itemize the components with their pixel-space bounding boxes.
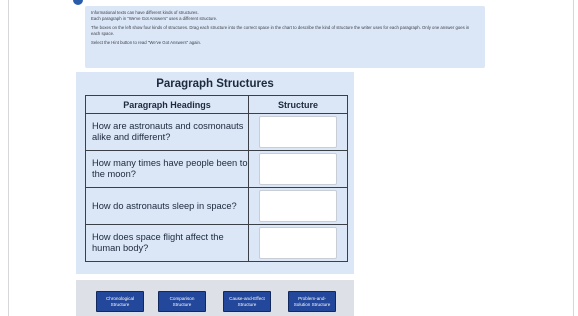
table-row: How do astronauts sleep in space? — [85, 187, 348, 225]
structure-drop-target-1[interactable] — [259, 116, 337, 148]
column-header-structure: Structure — [248, 95, 348, 114]
structure-drop-target-4[interactable] — [259, 227, 337, 259]
problem-and-solution-structure-button[interactable]: Problem-and-Solution Structure — [288, 291, 336, 312]
column-header-headings: Paragraph Headings — [85, 95, 249, 114]
answer-bank: Chronological Structure Comparison Struc… — [76, 280, 354, 316]
instructions-box: Informational texts can have different k… — [85, 6, 485, 68]
paragraph-structures-panel: Paragraph Structures Paragraph Headings … — [76, 72, 354, 274]
structures-table: Paragraph Headings Structure How are ast… — [85, 95, 348, 262]
cause-and-effect-structure-button[interactable]: Cause-and-Effect Structure — [223, 291, 271, 312]
instruction-line-4: Select the Hint button to read "We've Go… — [91, 40, 202, 45]
chart-title: Paragraph Structures — [156, 78, 274, 90]
paragraph-heading: How does space flight affect the human b… — [92, 232, 224, 253]
top-marker-icon — [73, 0, 83, 5]
structure-drop-target-2[interactable] — [259, 153, 337, 185]
instruction-line-3: The boxes on the left show four kinds of… — [91, 25, 470, 36]
table-row: How does space flight affect the human b… — [85, 224, 348, 262]
paragraph-heading: How do astronauts sleep in space? — [92, 200, 237, 211]
table-row: How are astronauts and cosmonauts alike … — [85, 113, 348, 151]
instruction-line-2: Each paragraph in "We've Got Answers" us… — [91, 16, 218, 21]
structure-drop-target-3[interactable] — [259, 190, 337, 222]
instruction-line-1: Informational texts can have different k… — [91, 10, 199, 15]
table-row: How many times have people been to the m… — [85, 150, 348, 188]
chronological-structure-button[interactable]: Chronological Structure — [96, 291, 144, 312]
paragraph-heading: How many times have people been to the m… — [92, 158, 248, 179]
comparison-structure-button[interactable]: Comparison Structure — [158, 291, 206, 312]
paragraph-heading: How are astronauts and cosmonauts alike … — [92, 121, 244, 142]
